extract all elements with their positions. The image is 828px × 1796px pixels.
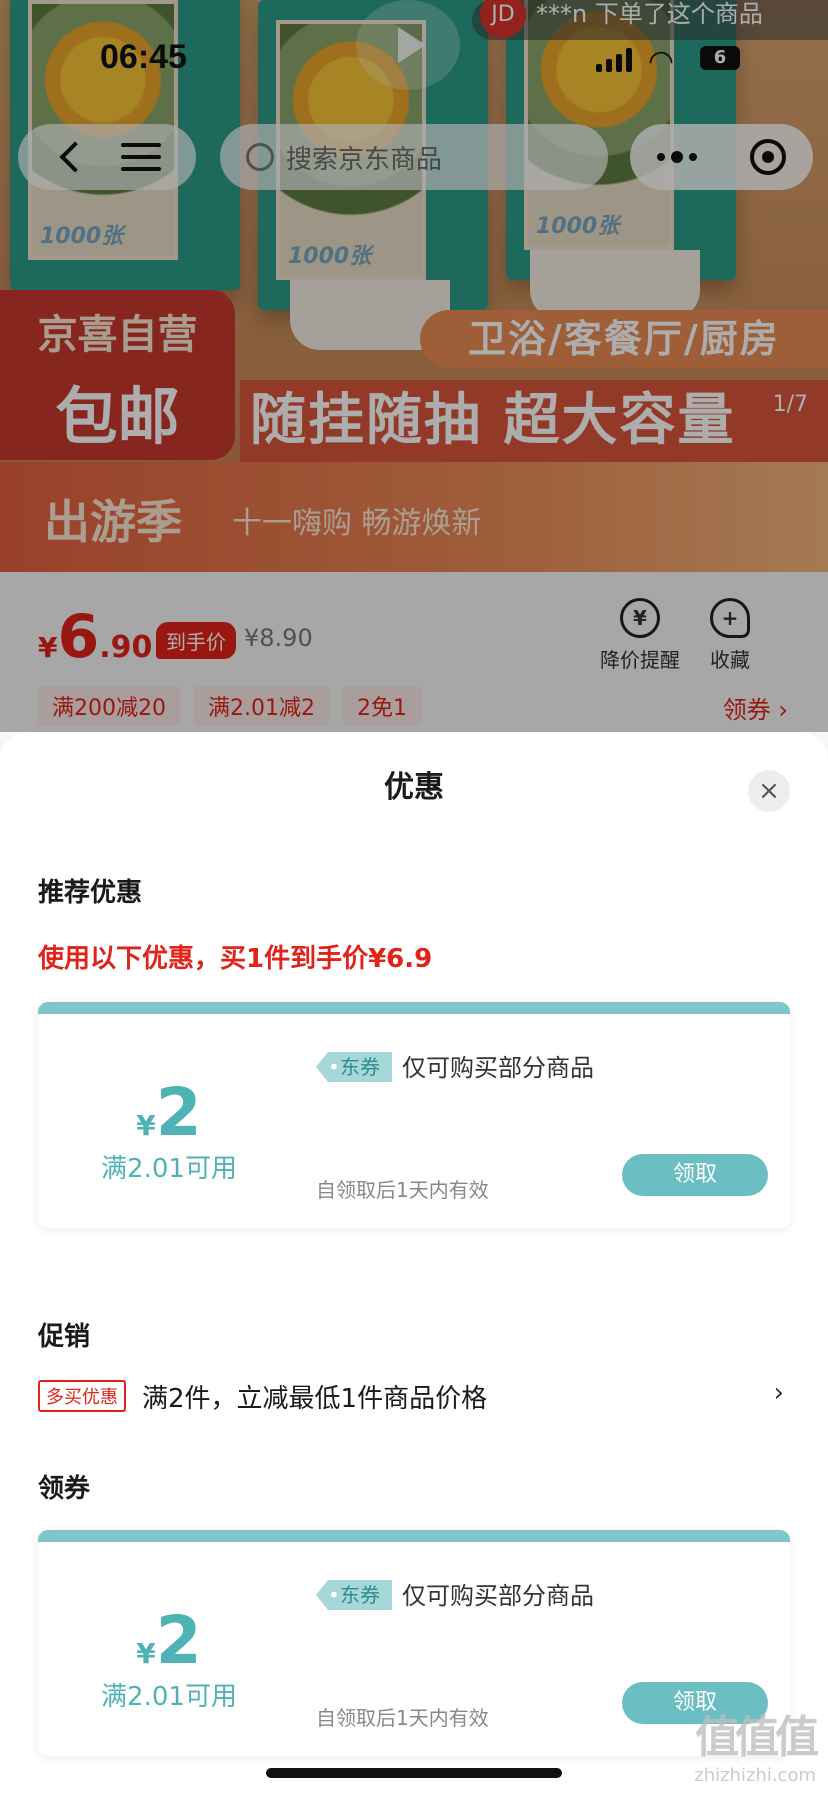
home-indicator[interactable] (266, 1768, 562, 1778)
coupon-heading: 领券 (38, 1474, 91, 1504)
watermark-logo: 值值值 (695, 1712, 819, 1763)
coupon-validity: 自领取后1天内有效 (316, 1706, 489, 1730)
coupon-amount: ¥2 (38, 1602, 300, 1679)
coupon-type-tag: 东券 (316, 1052, 392, 1082)
chevron-right-icon: › (773, 1378, 784, 1408)
watermark: 值值值 zhizhizhi.com (694, 1701, 819, 1786)
coupon-amount: ¥2 (38, 1074, 300, 1151)
coupon-validity: 自领取后1天内有效 (316, 1178, 489, 1202)
coupon-value: 2 (155, 1602, 202, 1679)
coupon-card: ¥2 满2.01可用 东券 仅可购买部分商品 自领取后1天内有效 领取 (38, 1530, 790, 1756)
promotion-badge: 多买优惠 (38, 1380, 126, 1412)
watermark-url: zhizhizhi.com (694, 1765, 816, 1786)
claim-coupon-button[interactable]: 领取 (622, 1154, 768, 1196)
promotion-text: 满2件，立减最低1件商品价格 (142, 1384, 488, 1414)
offers-sheet: 优惠 × 推荐优惠 使用以下优惠，买1件到手价¥6.9 ¥2 满2.01可用 东… (0, 732, 828, 1796)
coupon-currency: ¥ (136, 1109, 156, 1142)
coupon-card: ¥2 满2.01可用 东券 仅可购买部分商品 自领取后1天内有效 领取 (38, 1002, 790, 1228)
coupon-condition: 满2.01可用 (101, 1682, 237, 1712)
promotion-heading: 促销 (38, 1322, 91, 1352)
close-button[interactable]: × (748, 770, 790, 812)
modal-overlay[interactable] (0, 0, 828, 732)
coupon-description: 仅可购买部分商品 (402, 1054, 594, 1082)
coupon-condition: 满2.01可用 (101, 1154, 237, 1184)
promotion-row[interactable]: 多买优惠 满2件，立减最低1件商品价格 › (38, 1378, 790, 1414)
coupon-description: 仅可购买部分商品 (402, 1582, 594, 1610)
sheet-title: 优惠 (384, 770, 444, 805)
recommended-note: 使用以下优惠，买1件到手价¥6.9 (38, 944, 433, 974)
coupon-currency: ¥ (136, 1637, 156, 1670)
coupon-type-tag: 东券 (316, 1580, 392, 1610)
recommended-heading: 推荐优惠 (38, 878, 143, 908)
coupon-value: 2 (155, 1074, 202, 1151)
